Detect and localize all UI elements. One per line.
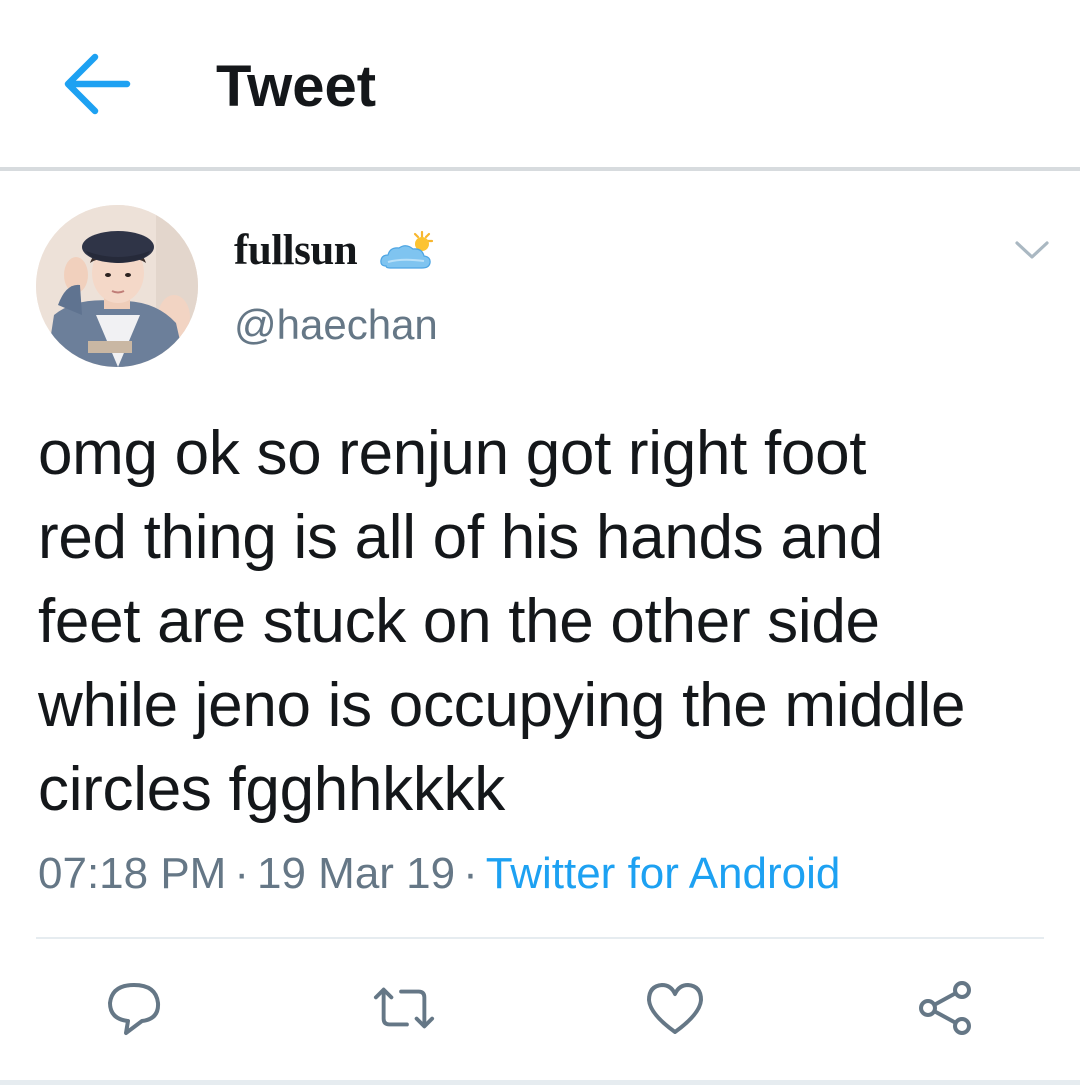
tweet-date: 19 Mar 19 [257, 849, 456, 898]
heart-icon [647, 983, 703, 1034]
more-options-button[interactable] [1008, 228, 1056, 272]
top-app-bar: Tweet [0, 0, 1080, 167]
reply-button[interactable] [102, 976, 166, 1040]
header-divider [0, 167, 1080, 171]
retweet-button[interactable] [372, 976, 436, 1040]
tweet-text: omg ok so renjun got right foot red thin… [38, 412, 1048, 832]
user-handle[interactable]: @haechan [234, 300, 438, 350]
reply-icon [108, 983, 161, 1035]
meta-separator: · [234, 849, 249, 898]
avatar[interactable] [36, 205, 198, 367]
sun-behind-cloud-emoji [378, 228, 438, 276]
arrow-left-icon [64, 53, 131, 115]
tweet-source-link[interactable]: Twitter for Android [486, 849, 841, 898]
tweet-metadata: 07:18 PM · 19 Mar 19 · Twitter for Android [38, 846, 840, 902]
tweet-text-line: feet are stuck on the other side [38, 587, 880, 656]
meta-separator: · [463, 849, 478, 898]
display-name[interactable]: fullsun [234, 226, 358, 276]
tweet-text-line: circles fgghhkkkk [38, 755, 505, 824]
back-button[interactable] [58, 50, 134, 118]
page-title: Tweet [216, 54, 377, 119]
tweet-text-line: omg ok so renjun got right foot [38, 419, 867, 488]
like-button[interactable] [643, 976, 707, 1040]
tweet-text-line: red thing is all of his hands and [38, 503, 883, 572]
chevron-down-icon [1015, 241, 1049, 259]
retweet-icon [373, 987, 435, 1029]
tweet-time: 07:18 PM [38, 849, 227, 898]
avatar-photo [36, 205, 198, 367]
bottom-divider [0, 1080, 1080, 1085]
meta-divider [36, 937, 1044, 939]
share-icon [919, 981, 971, 1035]
share-button[interactable] [914, 976, 978, 1040]
tweet-text-line: while jeno is occupying the middle [38, 671, 966, 740]
